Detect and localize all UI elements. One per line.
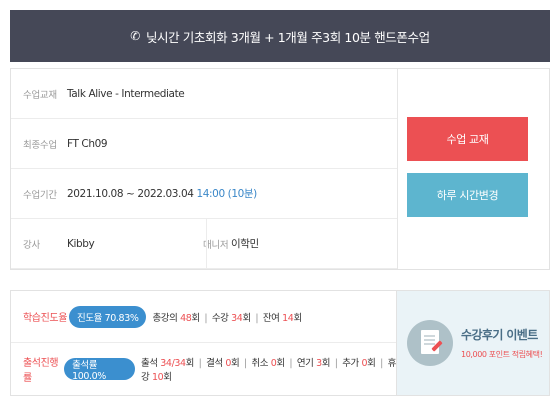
manager-value: 이학민 — [231, 238, 259, 250]
course-title-bar: ✆ 닞시간 기초회화 3개월 + 1개월 주3회 10분 핸드폰수업 — [10, 10, 550, 62]
stat-total-unit: 회 — [191, 312, 200, 324]
event-subtitle: 10,000 포인트 적립혜택! — [461, 350, 543, 359]
separator: | — [255, 312, 259, 324]
study-progress-badge: 진도율 70.83% — [69, 305, 147, 328]
course-info-panel: 수업교재 Talk Alive - Intermediate 최종수업 FT C… — [10, 68, 550, 270]
study-progress-row: 학습진도율 진도율 70.83% 총강의 48회 | 수강 34회 | 잔여 1… — [11, 291, 396, 343]
change-time-button[interactable]: 하루 시간변경 — [407, 173, 528, 217]
attendance-progress-label: 출석진행률 — [23, 358, 59, 384]
teacher-value: Kibby — [67, 237, 95, 250]
stat-total-value: 48 — [180, 312, 192, 324]
attendance-stats: 출석 34/34회 | 결석 0회 | 취소 0회 | 연기 3회 | 추가 0… — [141, 355, 396, 383]
row-period: 수업기간 2021.10.08 ~ 2022.03.04 14:00 (10분) — [11, 169, 397, 219]
stat-done-label: 수강 — [211, 312, 229, 324]
period-time: 14:00 (10분) — [196, 188, 257, 200]
final-lesson-label: 최종수업 — [23, 139, 57, 151]
separator: | — [334, 358, 338, 369]
stat-extra-label: 추가 — [342, 358, 359, 369]
review-event-banner[interactable]: 수강후기 이벤트 10,000 포인트 적립혜택! — [396, 290, 550, 396]
stat-total-label: 총강의 — [152, 312, 178, 324]
attendance-progress-badge: 출석률 100.0% — [64, 358, 135, 382]
separator: | — [198, 358, 202, 369]
stat-left-unit: 회 — [293, 312, 302, 324]
stat-attend-value: 34/34 — [160, 358, 186, 369]
teacher-cell: 강사 Kibby — [11, 237, 191, 251]
separator: | — [204, 312, 208, 324]
separator: | — [244, 358, 247, 369]
panel-divider — [397, 69, 398, 269]
stat-absent-label: 결석 — [206, 358, 223, 369]
stat-delay-unit: 회 — [321, 358, 331, 369]
row-course-book: 수업교재 Talk Alive - Intermediate — [11, 69, 397, 119]
period-label: 수업기간 — [23, 189, 57, 201]
study-progress-label: 학습진도율 — [23, 313, 68, 324]
stat-left-value: 14 — [282, 312, 294, 324]
manager-cell: 매니저 이학민 — [191, 236, 371, 251]
manager-label: 매니저 — [203, 239, 229, 251]
row-final-lesson: 최종수업 FT Ch09 — [11, 119, 397, 169]
study-stats: 총강의 48회 | 수강 34회 | 잔여 14회 — [152, 310, 302, 324]
attendance-progress-row: 출석진행률 출석률 100.0% 출석 34/34회 | 결석 0회 | 취소 … — [11, 343, 396, 395]
stat-attend-unit: 회 — [185, 358, 195, 369]
course-book-value: Talk Alive - Intermediate — [67, 87, 185, 100]
stat-left-label: 잔여 — [262, 312, 280, 324]
phone-icon: ✆ — [130, 29, 140, 43]
course-title: 닞시간 기초회화 3개월 + 1개월 주3회 10분 핸드폰수업 — [145, 29, 430, 45]
event-title: 수강후기 이벤트 — [461, 328, 538, 342]
staff-divider — [206, 219, 207, 269]
stat-cancel-unit: 회 — [276, 358, 285, 369]
final-lesson-value: FT Ch09 — [67, 137, 108, 150]
row-staff: 강사 Kibby 매니저 이학민 — [11, 219, 397, 269]
stat-extra-unit: 회 — [367, 358, 376, 369]
teacher-label: 강사 — [23, 239, 40, 251]
stat-done-unit: 회 — [242, 312, 251, 324]
review-document-icon — [407, 320, 453, 366]
event-text: 수강후기 이벤트 10,000 포인트 적립혜택! — [461, 326, 543, 360]
stat-done-value: 34 — [231, 312, 243, 324]
stat-attend-label: 출석 — [140, 358, 158, 369]
stat-break-value: 10 — [151, 372, 164, 383]
course-book-label: 수업교재 — [23, 89, 57, 101]
separator: | — [289, 358, 293, 369]
change-book-button[interactable]: 수업 교재 — [407, 117, 528, 161]
period-dates: 2021.10.08 ~ 2022.03.04 — [67, 188, 194, 200]
period-value: 2021.10.08 ~ 2022.03.04 14:00 (10분) — [67, 186, 257, 201]
stat-absent-unit: 회 — [231, 358, 240, 369]
course-info-rows: 수업교재 Talk Alive - Intermediate 최종수업 FT C… — [11, 69, 397, 269]
stat-break-unit: 회 — [163, 372, 172, 383]
separator: | — [380, 358, 383, 369]
stat-cancel-label: 취소 — [251, 358, 269, 369]
stat-delay-label: 연기 — [296, 358, 314, 369]
